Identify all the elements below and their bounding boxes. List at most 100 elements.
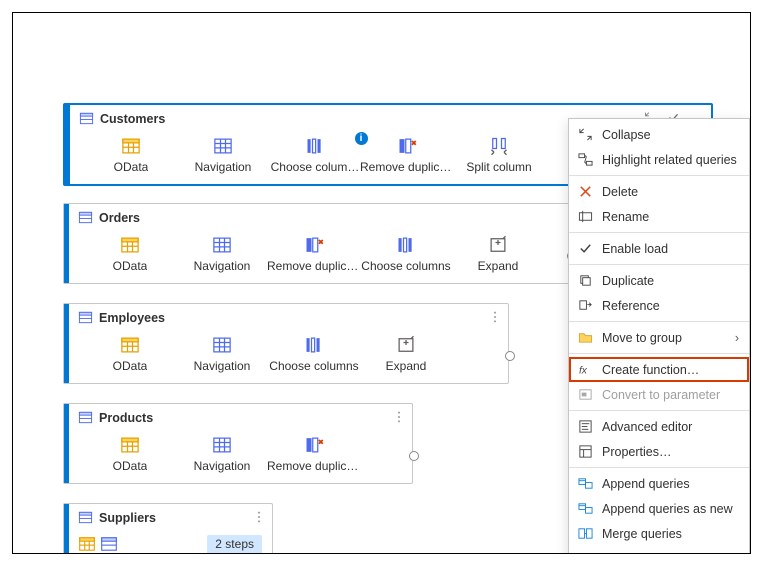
step-thumb [78,535,96,554]
step-dedup[interactable]: Remove duplicat… [266,235,362,273]
step-odata[interactable]: OData [82,335,178,373]
menu-item-append-queries-as-new[interactable]: Append queries as new [569,496,749,521]
advanced-icon [578,419,593,434]
menu-separator [569,410,749,411]
tableblue-icon [78,310,93,325]
menu-item-reference[interactable]: Reference [569,293,749,318]
step-split[interactable]: Split column [451,136,547,174]
tableblue-icon [78,510,93,525]
menu-item-move-to-group[interactable]: Move to group [569,325,749,350]
menu-item-label: Merge queries as new [602,552,739,555]
table-icon [212,235,232,255]
dedup-icon [304,435,324,455]
columns-icon [304,335,324,355]
menu-item-duplicate[interactable]: Duplicate [569,268,749,293]
step-label: Remove duplicat… [267,259,361,273]
tableblue-icon [100,535,118,553]
menu-item-properties[interactable]: Properties… [569,439,749,464]
step-table[interactable]: Navigation [175,136,271,174]
step-odata[interactable]: OData [83,136,179,174]
query-orders[interactable]: Orders OData Navigation [63,203,571,284]
menu-item-merge-queries-as-new[interactable]: Merge queries as new [569,546,749,554]
menu-item-label: Collapse [602,128,739,142]
output-port[interactable] [505,351,515,361]
query-products[interactable]: Products OData Navigation [63,403,413,484]
more-icon [488,310,502,324]
menu-item-label: Reference [602,299,739,313]
menu-item-merge-queries[interactable]: Merge queries [569,521,749,546]
menu-item-highlight-related-queries[interactable]: Highlight related queries [569,147,749,172]
more-button[interactable] [488,310,502,327]
menu-item-label: Convert to parameter [602,388,739,402]
props-icon [578,444,593,459]
folder-icon [577,330,593,345]
step-label: OData [113,359,148,373]
delete-icon [577,184,593,199]
step-label: Expand [478,259,519,273]
step-columns[interactable]: Choose columns [358,235,454,273]
table-icon [212,335,232,355]
menu-item-advanced-editor[interactable]: Advanced editor [569,414,749,439]
query-suppliers[interactable]: Suppliers 2 steps [63,503,273,554]
odata-icon [120,235,140,255]
menu-item-label: Create function… [602,363,739,377]
query-title: Orders [64,204,570,229]
step-table[interactable]: Navigation [174,335,270,373]
appendnew-icon [578,501,593,516]
more-icon [252,510,266,524]
step-columns[interactable]: Choose columns [266,335,362,373]
table-icon [212,435,232,455]
step-odata[interactable]: OData [82,235,178,273]
query-title-text: Suppliers [99,511,156,525]
query-title-text: Orders [99,211,140,225]
columns-icon [396,235,416,255]
check-icon [577,241,593,256]
menu-separator [569,264,749,265]
step-expand[interactable]: Expand [450,235,546,273]
step-table[interactable]: Navigation [174,435,270,473]
menu-item-label: Rename [602,210,739,224]
step-label: OData [113,259,148,273]
collapse-icon [578,127,593,142]
param-icon [577,387,593,402]
more-button[interactable] [252,510,266,527]
menu-separator [569,175,749,176]
props-icon [577,444,593,459]
odata-icon [78,535,96,553]
menu-item-enable-load[interactable]: Enable load [569,236,749,261]
step-dedup[interactable]: Remove duplicat… [359,136,455,174]
step-count-badge: 2 steps [207,535,262,554]
step-columns[interactable]: i Choose colum… [267,136,363,174]
menu-item-delete[interactable]: Delete [569,179,749,204]
query-employees[interactable]: Employees OData Navigation [63,303,509,384]
svg-text:fx: fx [578,365,587,376]
reference-icon [578,298,593,313]
menu-separator [569,232,749,233]
step-label: Remove duplicat… [360,160,454,174]
menu-item-label: Move to group [602,331,726,345]
menu-separator [569,321,749,322]
check-icon [578,241,593,256]
odata-icon [120,435,140,455]
step-label: Navigation [194,459,251,473]
highlight-icon [577,152,593,167]
step-dedup[interactable]: Remove duplicat… [266,435,362,473]
reference-icon [577,298,593,313]
step-expand[interactable]: Expand [358,335,454,373]
merge-icon [578,526,593,541]
menu-item-rename[interactable]: Rename [569,204,749,229]
context-menu[interactable]: Collapse Highlight related queries Delet… [568,118,750,554]
menu-item-append-queries[interactable]: Append queries [569,471,749,496]
menu-item-collapse[interactable]: Collapse [569,122,749,147]
more-icon [392,410,406,424]
step-odata[interactable]: OData [82,435,178,473]
query-title-text: Customers [100,112,165,126]
output-port[interactable] [409,451,419,461]
more-button[interactable] [392,410,406,427]
delete-icon [578,184,593,199]
fx-icon: fx [578,362,593,377]
menu-item-create-function[interactable]: fx Create function… [569,357,749,382]
step-table[interactable]: Navigation [174,235,270,273]
advanced-icon [577,419,593,434]
step-thumb [100,535,118,554]
